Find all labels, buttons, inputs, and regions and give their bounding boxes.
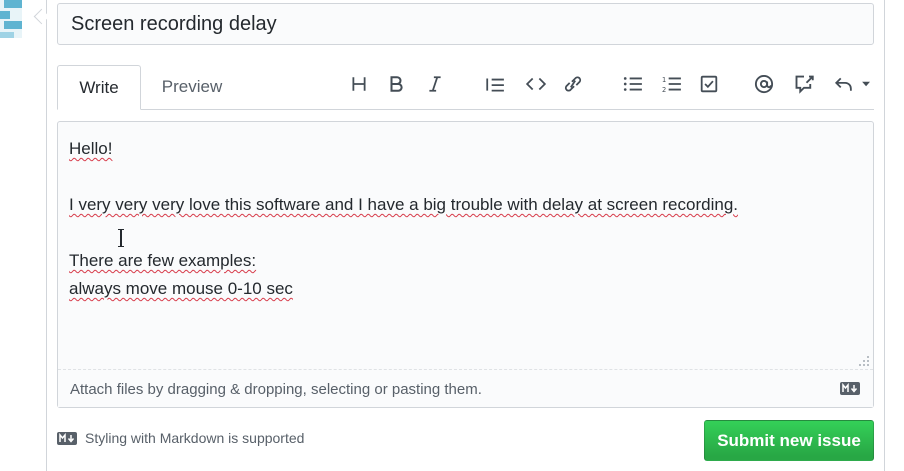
markdown-icon [57, 431, 77, 445]
comment-body-textarea[interactable]: Hello! I very very very love this softwa… [57, 121, 874, 408]
link-icon[interactable] [559, 70, 587, 98]
body-line-2 [69, 163, 859, 191]
task-list-icon[interactable] [695, 70, 723, 98]
bulleted-list-icon[interactable] [619, 70, 647, 98]
cross-reference-icon[interactable] [790, 70, 818, 98]
bold-icon[interactable] [382, 70, 410, 98]
tab-write[interactable]: Write [57, 65, 141, 110]
mention-icon[interactable] [750, 70, 778, 98]
svg-text:2: 2 [662, 86, 666, 93]
issue-title-input[interactable]: Screen recording delay [57, 3, 874, 45]
italic-icon[interactable] [421, 70, 449, 98]
attach-files-text: Attach files by dragging & dropping, sel… [70, 381, 482, 398]
body-line-6: always move mouse 0-10 sec [69, 279, 293, 298]
body-line-3: I very very very love this software and … [69, 195, 738, 214]
avatar [0, 0, 22, 38]
markdown-support-label: Styling with Markdown is supported [85, 430, 305, 446]
resize-grip-icon[interactable] [858, 355, 870, 367]
markdown-support-note[interactable]: Styling with Markdown is supported [57, 430, 304, 446]
body-line-1: Hello! [69, 139, 113, 158]
svg-text:1: 1 [662, 76, 666, 84]
comment-body-text: Hello! I very very very love this softwa… [69, 135, 859, 303]
quote-icon[interactable] [481, 70, 509, 98]
attach-files-bar[interactable]: Attach files by dragging & dropping, sel… [58, 369, 873, 407]
saved-replies-icon[interactable] [832, 70, 872, 98]
markdown-icon[interactable] [840, 382, 860, 395]
body-line-4 [69, 219, 859, 247]
tab-preview[interactable]: Preview [150, 65, 234, 110]
text-cursor [118, 229, 124, 247]
code-icon[interactable] [522, 70, 550, 98]
header-icon[interactable] [345, 70, 373, 98]
numbered-list-icon[interactable]: 12 [658, 70, 686, 98]
body-line-5: There are few examples: [69, 251, 257, 270]
submit-new-issue-button[interactable]: Submit new issue [704, 420, 874, 461]
